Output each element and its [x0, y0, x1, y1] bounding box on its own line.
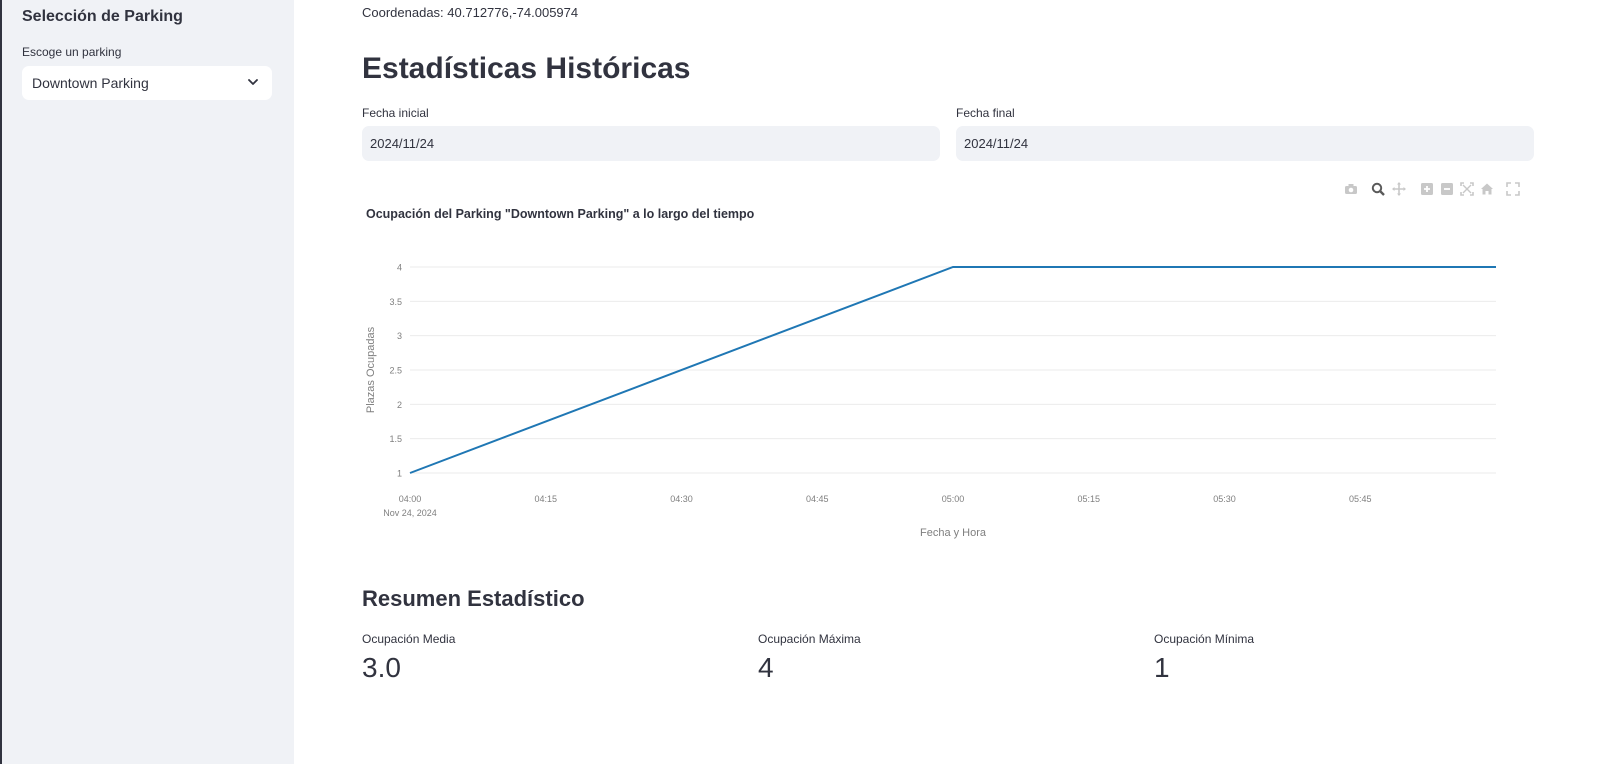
parking-select[interactable]: Downtown Parking [22, 66, 272, 100]
x-tick-label: 04:15 [534, 494, 557, 504]
x-tick-label: 04:45 [806, 494, 829, 504]
historical-stats-heading: Estadísticas Históricas [362, 52, 691, 85]
y-tick-label: 4 [397, 263, 402, 273]
main-content: Coordenadas: 40.712776,-74.005974 Estadí… [294, 0, 1600, 764]
y-tick-label: 1 [397, 469, 402, 479]
chart-title: Ocupación del Parking "Downtown Parking"… [366, 207, 755, 221]
x-tick-label: 05:00 [942, 494, 965, 504]
reset-axes-icon[interactable] [1480, 182, 1494, 196]
parking-select-label: Escoge un parking [22, 45, 122, 59]
y-tick-label: 3.5 [389, 297, 402, 307]
start-date-value: 2024/11/24 [370, 136, 435, 151]
coordinates-text: Coordenadas: 40.712776,-74.005974 [362, 5, 579, 20]
summary-heading: Resumen Estadístico [362, 586, 585, 611]
y-tick-label: 2 [397, 400, 402, 410]
metric-mean-value: 3.0 [362, 652, 401, 683]
chart-y-ticks: 1 1.5 2 2.5 3 3.5 4 [389, 263, 402, 479]
end-date-input[interactable]: 2024/11/24 [956, 126, 1534, 161]
zoom-icon[interactable] [1371, 182, 1385, 196]
chart-gridlines [410, 266, 1496, 474]
x-tick-date-label: Nov 24, 2024 [383, 508, 437, 518]
metric-min-label: Ocupación Mínima [1154, 632, 1255, 646]
y-tick-label: 1.5 [389, 434, 402, 444]
start-date-label: Fecha inicial [362, 106, 429, 120]
metric-mean-label: Ocupación Media [362, 632, 456, 646]
occupancy-chart-svg[interactable]: Ocupación del Parking "Downtown Parking"… [362, 200, 1542, 560]
end-date-value: 2024/11/24 [964, 136, 1029, 151]
autoscale-icon[interactable] [1460, 182, 1474, 196]
sidebar-title: Selección de Parking [22, 8, 183, 25]
y-tick-label: 2.5 [389, 366, 402, 376]
chevron-down-icon [248, 79, 258, 85]
zoom-out-icon[interactable] [1440, 182, 1454, 196]
x-tick-label: 05:30 [1213, 494, 1236, 504]
camera-icon[interactable] [1344, 182, 1358, 196]
y-tick-label: 3 [397, 331, 402, 341]
metric-max-value: 4 [758, 652, 774, 683]
fullscreen-icon[interactable] [1506, 182, 1520, 196]
pan-icon[interactable] [1392, 182, 1406, 196]
occupancy-chart: Ocupación del Parking "Downtown Parking"… [362, 200, 1542, 560]
zoom-in-icon[interactable] [1420, 182, 1434, 196]
metric-min-value: 1 [1154, 652, 1170, 683]
chart-modebar [1344, 182, 1534, 198]
x-tick-label: 04:00 [399, 494, 422, 504]
chart-x-axis-label: Fecha y Hora [920, 527, 987, 539]
x-tick-label: 04:30 [670, 494, 693, 504]
sidebar: Selección de Parking Escoge un parking D… [2, 0, 294, 764]
chart-x-ticks: 04:00 04:15 04:30 04:45 05:00 05:15 05:30 05:45… [383, 494, 1371, 518]
x-tick-label: 05:15 [1077, 494, 1100, 504]
parking-select-value: Downtown Parking [32, 75, 149, 91]
chart-y-axis-label: Plazas Ocupadas [365, 326, 377, 413]
metric-max-label: Ocupación Máxima [758, 632, 861, 646]
start-date-input[interactable]: 2024/11/24 [362, 126, 940, 161]
x-tick-label: 05:45 [1349, 494, 1372, 504]
end-date-label: Fecha final [956, 106, 1015, 120]
